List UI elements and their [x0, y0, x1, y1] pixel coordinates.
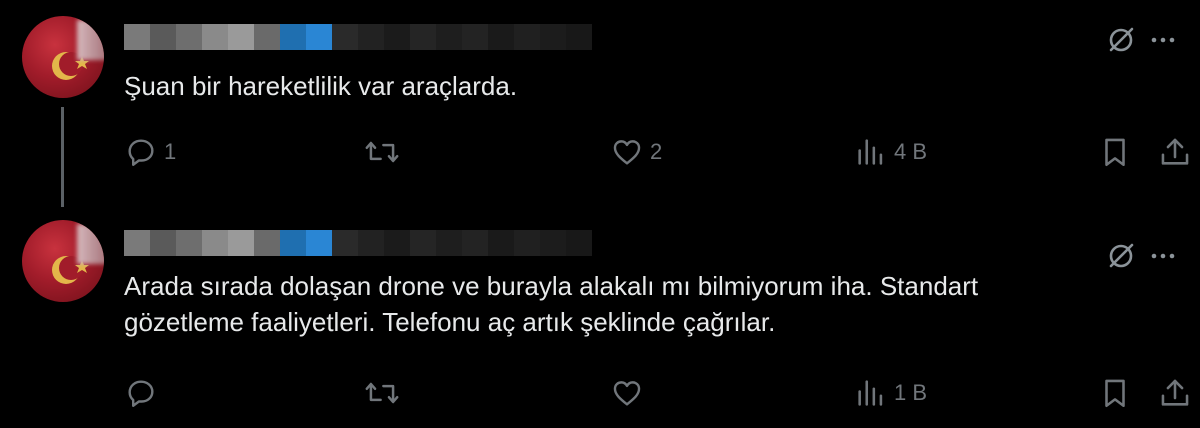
share-icon [1161, 138, 1189, 165]
avatar-blur [77, 20, 104, 60]
view-count: 1 B [894, 380, 928, 405]
view-count: 4 B [894, 139, 928, 164]
views-button[interactable]: 1 B [854, 369, 927, 417]
like-button[interactable] [610, 369, 650, 417]
bookmark-button[interactable] [1098, 128, 1132, 176]
tweet-menu [1100, 20, 1184, 60]
views-icon [858, 139, 883, 165]
tweet[interactable]: Şuan bir hareketlilik var araçlarda. 1 2… [0, 0, 1200, 216]
views-icon [858, 380, 883, 406]
share-button[interactable] [1158, 128, 1192, 176]
reply-button[interactable]: 1 [124, 128, 176, 176]
grok-icon[interactable] [1100, 20, 1142, 60]
reply-icon [128, 139, 154, 166]
avatar[interactable] [22, 16, 104, 98]
avatar-blur [77, 224, 104, 264]
share-button[interactable] [1158, 369, 1192, 417]
bookmark-icon [1105, 379, 1125, 408]
retweet-button[interactable] [364, 369, 406, 417]
reply-icon [128, 380, 154, 407]
retweet-button[interactable] [364, 128, 406, 176]
tweet-text: Şuan bir hareketlilik var araçlarda. [124, 71, 518, 101]
like-button[interactable]: 2 [610, 128, 662, 176]
tweet[interactable]: Arada sırada dolaşan drone ve burayla al… [0, 216, 1200, 428]
reply-count: 1 [164, 139, 177, 164]
tweet-actions: 1 B [0, 369, 1200, 417]
reply-button[interactable] [124, 369, 164, 417]
bookmark-button[interactable] [1098, 369, 1132, 417]
username-blurred[interactable] [124, 24, 604, 50]
like-count: 2 [650, 139, 663, 164]
heart-icon [613, 140, 641, 165]
username-blurred[interactable] [124, 230, 604, 256]
retweet-icon [365, 141, 399, 163]
retweet-icon [365, 382, 399, 404]
more-icon[interactable] [1142, 20, 1184, 60]
tweet-text: Arada sırada dolaşan drone ve burayla al… [124, 271, 979, 337]
avatar[interactable] [22, 220, 104, 302]
share-icon [1161, 379, 1189, 406]
bookmark-icon [1105, 138, 1125, 167]
views-button[interactable]: 4 B [854, 128, 927, 176]
tweet-thread: Şuan bir hareketlilik var araçlarda. 1 2… [0, 0, 1200, 428]
tweet-actions: 1 2 4 B [0, 128, 1200, 176]
heart-icon [613, 381, 641, 406]
